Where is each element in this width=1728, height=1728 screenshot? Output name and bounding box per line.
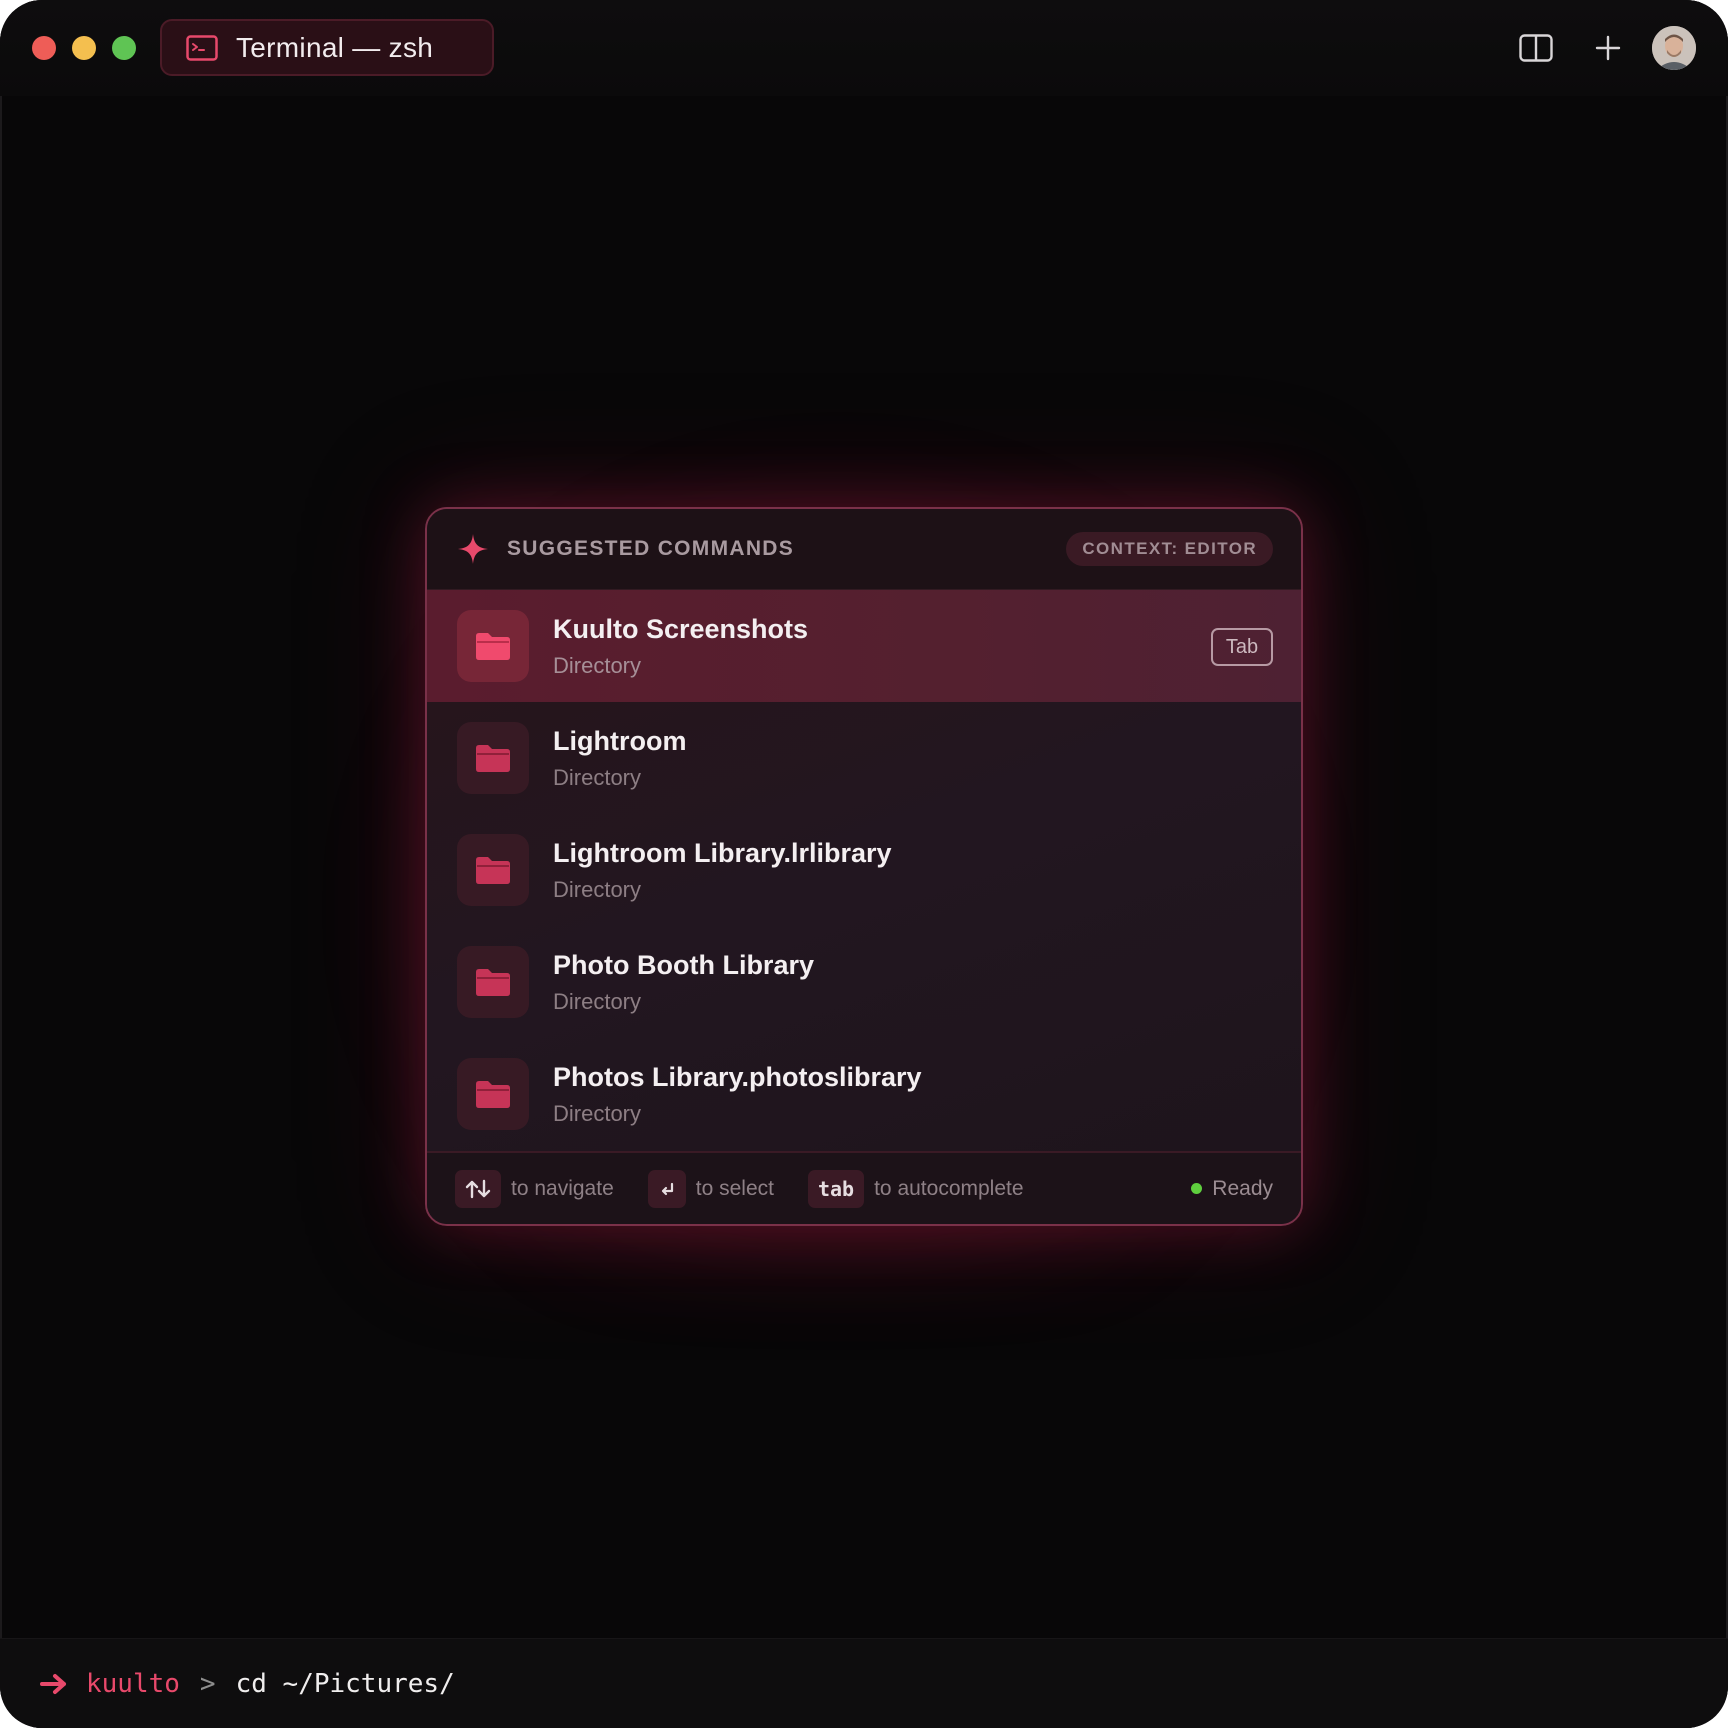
suggestion-subtitle: Directory	[553, 1101, 642, 1126]
suggestion-item-lightroom[interactable]: Lightroom Directory	[427, 702, 1301, 814]
select-hint: to select	[695, 1176, 774, 1200]
autocomplete-hint: to autocomplete	[874, 1176, 1024, 1200]
status-text: Ready	[1212, 1176, 1273, 1200]
folder-icon	[476, 745, 510, 772]
arrow-right-icon	[40, 1673, 66, 1694]
status-dot	[1191, 1183, 1203, 1194]
popup-title: SUGGESTED COMMANDS	[507, 537, 795, 560]
split-view-button[interactable]	[1514, 26, 1558, 70]
folder-tile	[457, 834, 529, 906]
folder-tile	[457, 1058, 529, 1130]
zoom-window-button[interactable]	[112, 36, 136, 60]
suggestion-subtitle: Directory	[553, 653, 642, 678]
suggestion-title: Photo Booth Library	[553, 950, 814, 980]
suggestion-item-lightroom-library[interactable]: Lightroom Library.lrlibrary Directory	[427, 814, 1301, 926]
folder-icon	[476, 633, 510, 660]
autocomplete-key: tab	[807, 1169, 865, 1208]
suggestion-title: Photos Library.photoslibrary	[553, 1062, 922, 1092]
navigate-key	[455, 1169, 501, 1208]
prompt-command-input[interactable]: cd ~/Pictures/	[236, 1669, 455, 1699]
avatar[interactable]	[1652, 26, 1696, 70]
select-key	[647, 1169, 686, 1208]
suggestion-subtitle: Directory	[553, 877, 642, 902]
suggestion-item-photo-booth-library[interactable]: Photo Booth Library Directory	[427, 926, 1301, 1038]
suggestion-title: Lightroom Library.lrlibrary	[553, 838, 892, 868]
tab-terminal[interactable]: Terminal — zsh	[160, 19, 494, 76]
split-view-icon	[1519, 34, 1553, 62]
folder-icon	[476, 969, 510, 996]
command-prompt[interactable]: kuulto > cd ~/Pictures/	[0, 1638, 1728, 1728]
suggestion-title: Kuulto Screenshots	[553, 614, 809, 644]
suggestions-popup: SUGGESTED COMMANDS CONTEXT: EDITOR Kuult…	[425, 507, 1303, 1226]
close-window-button[interactable]	[32, 36, 56, 60]
prompt-user: kuulto	[86, 1668, 180, 1699]
up-down-arrows-icon	[465, 1179, 491, 1198]
sparkle-icon	[458, 534, 488, 564]
popup-header: SUGGESTED COMMANDS CONTEXT: EDITOR	[427, 509, 1301, 590]
folder-tile	[457, 946, 529, 1018]
return-icon	[661, 1182, 673, 1195]
suggestion-list: Kuulto Screenshots Directory Tab Lightro…	[427, 590, 1301, 1150]
terminal-window: Terminal — zsh SUGGESTED COMMANDS CONTEX…	[0, 0, 1728, 1728]
prompt-separator: >	[199, 1668, 216, 1699]
tab-key-hint: Tab	[1211, 628, 1273, 666]
folder-icon	[476, 1081, 510, 1108]
navigate-hint: to navigate	[511, 1176, 614, 1200]
suggestion-subtitle: Directory	[553, 989, 642, 1014]
title-bar: Terminal — zsh	[0, 0, 1728, 96]
suggestion-item-kuulto-screenshots[interactable]: Kuulto Screenshots Directory Tab	[427, 590, 1301, 702]
plus-icon	[1595, 35, 1621, 61]
folder-icon	[476, 857, 510, 884]
minimize-window-button[interactable]	[72, 36, 96, 60]
folder-tile	[457, 610, 529, 682]
tab-title: Terminal — zsh	[236, 31, 434, 63]
suggestion-subtitle: Directory	[553, 765, 642, 790]
suggestion-item-photos-library[interactable]: Photos Library.photoslibrary Directory	[427, 1038, 1301, 1150]
user-avatar-icon	[1652, 26, 1696, 70]
popup-footer: to navigate to select tab to autocomplet…	[427, 1151, 1301, 1224]
terminal-icon	[186, 34, 218, 61]
context-badge: CONTEXT: EDITOR	[1066, 532, 1273, 566]
new-tab-button[interactable]	[1586, 26, 1630, 70]
suggestion-title: Lightroom	[553, 726, 687, 756]
folder-tile	[457, 722, 529, 794]
